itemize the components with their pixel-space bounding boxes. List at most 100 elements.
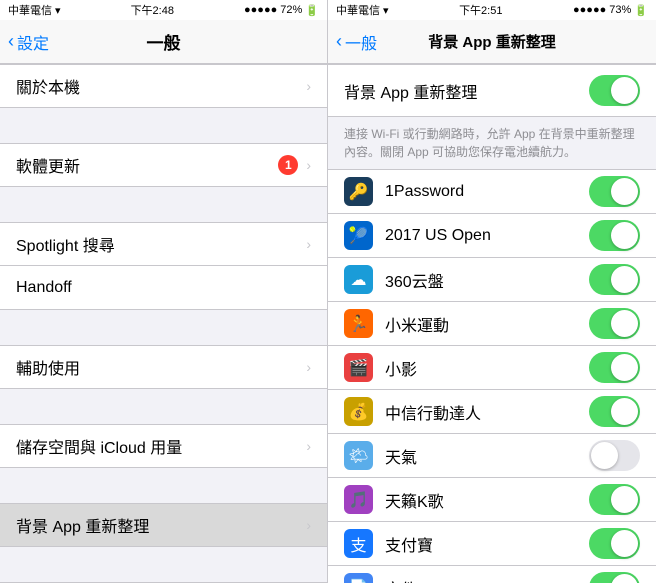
app-name-xiaomi-sport: 小米運動 xyxy=(385,312,589,336)
spotlight-chevron: › xyxy=(306,236,311,252)
accessibility-item[interactable]: 輔助使用 › xyxy=(0,345,327,389)
left-status-right: ●●●●● 72% 🔋 xyxy=(244,4,319,17)
top-toggle[interactable] xyxy=(589,75,640,106)
app-icon-zhongxin: 💰 xyxy=(344,397,373,426)
right-content: 背景 App 重新整理 連接 Wi-Fi 或行動網路時，允許 App 在背景中重… xyxy=(328,64,656,583)
app-name-weather: 天氣 xyxy=(385,444,589,468)
left-battery-text: 72% xyxy=(280,4,302,16)
software-chevron: › xyxy=(306,157,311,173)
app-name-xiaoying: 小影 xyxy=(385,356,589,380)
app-item-360yunpan[interactable]: ☁ 360云盤 xyxy=(328,258,656,302)
app-item-xiaomi-sport[interactable]: 🏃 小米運動 xyxy=(328,302,656,346)
app-name-files: 文件 xyxy=(385,576,589,583)
app-item-zhongxin[interactable]: 💰 中信行動達人 xyxy=(328,390,656,434)
toggle-alipay[interactable] xyxy=(589,528,640,559)
accessibility-label: 輔助使用 xyxy=(16,355,306,379)
about-label: 關於本機 xyxy=(16,74,306,98)
toggle-knob-xiaomi-sport xyxy=(611,310,638,337)
background-app-item[interactable]: 背景 App 重新整理 › xyxy=(0,503,327,547)
app-icon-alipay: 支 xyxy=(344,529,373,558)
toggle-xiaoying[interactable] xyxy=(589,352,640,383)
left-battery-icon: 🔋 xyxy=(305,4,319,17)
toggle-2017usopen[interactable] xyxy=(589,220,640,251)
app-item-files[interactable]: 📄 文件 xyxy=(328,566,656,583)
spacer-4 xyxy=(0,389,327,424)
description-block: 連接 Wi-Fi 或行動網路時，允許 App 在背景中重新整理內容。關閉 App… xyxy=(328,117,656,169)
group-about: 關於本機 › xyxy=(0,64,327,108)
group-storage: 儲存空間與 iCloud 用量 › xyxy=(0,424,327,468)
group-spotlight-handoff: Spotlight 搜尋 › Handoff xyxy=(0,222,327,310)
left-time: 下午2:48 xyxy=(131,2,174,18)
group-background: 背景 App 重新整理 › xyxy=(0,503,327,547)
right-back-button[interactable]: ‹ 一般 xyxy=(336,30,377,54)
app-item-weather[interactable]: 🌤 天氣 xyxy=(328,434,656,478)
app-icon-files: 📄 xyxy=(344,573,373,583)
right-panel: 中華電信 ▾ 下午2:51 ●●●●● 73% 🔋 ‹ 一般 背景 App 重新… xyxy=(328,0,656,583)
toggle-knob-tiantian-karaoke xyxy=(611,486,638,513)
toggle-files[interactable] xyxy=(589,572,640,583)
storage-label: 儲存空間與 iCloud 用量 xyxy=(16,434,306,458)
app-item-1password[interactable]: 🔑 1Password xyxy=(328,169,656,214)
about-chevron: › xyxy=(306,78,311,94)
app-name-tiantian-karaoke: 天籟K歌 xyxy=(385,488,589,512)
app-icon-360yunpan: ☁ xyxy=(344,265,373,294)
top-toggle-label: 背景 App 重新整理 xyxy=(344,79,477,103)
app-icon-tiantian-karaoke: 🎵 xyxy=(344,485,373,514)
right-carrier: 中華電信 xyxy=(336,2,380,18)
toggle-knob-zhongxin xyxy=(611,398,638,425)
app-icon-1password: 🔑 xyxy=(344,177,373,206)
background-app-label: 背景 App 重新整理 xyxy=(16,513,306,537)
app-name-alipay: 支付寶 xyxy=(385,532,589,556)
handoff-label: Handoff xyxy=(16,279,311,297)
app-name-zhongxin: 中信行動達人 xyxy=(385,400,589,424)
storage-item[interactable]: 儲存空間與 iCloud 用量 › xyxy=(0,424,327,468)
app-icon-xiaomi-sport: 🏃 xyxy=(344,309,373,338)
app-icon-2017usopen: 🎾 xyxy=(344,221,373,250)
left-settings-list: 關於本機 › 軟體更新 1 › Spotlight 搜尋 › Handoff xyxy=(0,64,327,583)
app-item-2017usopen[interactable]: 🎾2017 US Open xyxy=(328,214,656,258)
about-item[interactable]: 關於本機 › xyxy=(0,64,327,108)
left-wifi-icon: ▾ xyxy=(55,4,61,17)
toggle-360yunpan[interactable] xyxy=(589,264,640,295)
right-back-chevron: ‹ xyxy=(336,31,342,52)
left-back-label: 設定 xyxy=(17,30,49,54)
storage-chevron: › xyxy=(306,438,311,454)
toggle-knob-360yunpan xyxy=(611,266,638,293)
description-text: 連接 Wi-Fi 或行動網路時，允許 App 在背景中重新整理內容。關閉 App… xyxy=(344,127,635,159)
group-software: 軟體更新 1 › xyxy=(0,143,327,187)
toggle-1password[interactable] xyxy=(589,176,640,207)
spacer-2 xyxy=(0,187,327,222)
toggle-knob-xiaoying xyxy=(611,354,638,381)
app-item-xiaoying[interactable]: 🎬 小影 xyxy=(328,346,656,390)
app-icon-weather: 🌤 xyxy=(344,441,373,470)
left-carrier: 中華電信 xyxy=(8,2,52,18)
app-name-360yunpan: 360云盤 xyxy=(385,268,589,292)
software-update-item[interactable]: 軟體更新 1 › xyxy=(0,143,327,187)
left-panel: 中華電信 ▾ 下午2:48 ●●●●● 72% 🔋 ‹ 設定 一般 關於本機 › xyxy=(0,0,328,583)
toggle-tiantian-karaoke[interactable] xyxy=(589,484,640,515)
software-update-label: 軟體更新 xyxy=(16,153,278,177)
right-back-label: 一般 xyxy=(345,30,377,54)
left-back-chevron: ‹ xyxy=(8,31,14,52)
right-nav-bar: ‹ 一般 背景 App 重新整理 xyxy=(328,20,656,64)
app-item-alipay[interactable]: 支支付寶 xyxy=(328,522,656,566)
toggle-zhongxin[interactable] xyxy=(589,396,640,427)
right-battery-icon: 🔋 xyxy=(634,4,648,17)
toggle-xiaomi-sport[interactable] xyxy=(589,308,640,339)
left-back-button[interactable]: ‹ 設定 xyxy=(8,30,49,54)
app-name-1password: 1Password xyxy=(385,183,589,201)
handoff-item[interactable]: Handoff xyxy=(0,266,327,310)
app-item-tiantian-karaoke[interactable]: 🎵 天籟K歌 xyxy=(328,478,656,522)
group-accessibility: 輔助使用 › xyxy=(0,345,327,389)
toggle-weather[interactable] xyxy=(589,440,640,471)
accessibility-chevron: › xyxy=(306,359,311,375)
right-time: 下午2:51 xyxy=(459,2,502,18)
right-status-right: ●●●●● 73% 🔋 xyxy=(573,4,648,17)
right-status-bar: 中華電信 ▾ 下午2:51 ●●●●● 73% 🔋 xyxy=(328,0,656,20)
left-nav-title: 一般 xyxy=(147,29,181,54)
top-toggle-section[interactable]: 背景 App 重新整理 xyxy=(328,64,656,117)
spotlight-item[interactable]: Spotlight 搜尋 › xyxy=(0,222,327,266)
app-icon-xiaoying: 🎬 xyxy=(344,353,373,382)
left-status-left: 中華電信 ▾ xyxy=(8,2,61,18)
left-status-bar: 中華電信 ▾ 下午2:48 ●●●●● 72% 🔋 xyxy=(0,0,327,20)
